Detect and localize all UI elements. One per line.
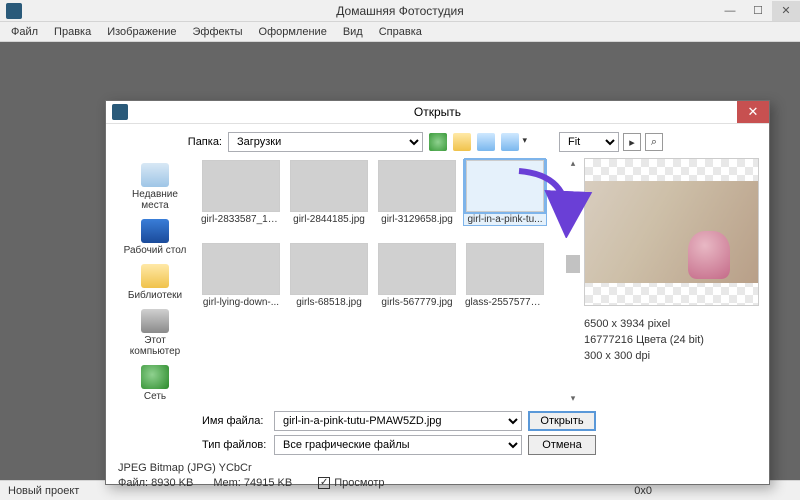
computer-icon bbox=[141, 309, 169, 333]
menu-effects[interactable]: Эффекты bbox=[186, 24, 250, 40]
scroll-down-icon[interactable]: ▾ bbox=[567, 393, 579, 405]
place-network[interactable]: Сеть bbox=[118, 362, 192, 405]
file-item[interactable]: girls-567779.jpg bbox=[376, 243, 458, 308]
preview-dpi: 300 x 300 dpi bbox=[584, 348, 759, 364]
app-title: Домашняя Фотостудия bbox=[336, 4, 463, 18]
file-name: girl-in-a-pink-tu... bbox=[467, 214, 542, 225]
preview-checkbox[interactable]: ✓Просмотр bbox=[318, 476, 384, 490]
info-format: JPEG Bitmap (JPG) YCbCr bbox=[118, 461, 759, 475]
desktop-icon bbox=[141, 219, 169, 243]
filetype-select[interactable]: Все графические файлы bbox=[274, 435, 522, 455]
view-menu-icon[interactable] bbox=[501, 133, 519, 151]
place-this-pc[interactable]: Этот компьютер bbox=[118, 306, 192, 360]
file-thumb bbox=[378, 160, 456, 212]
filename-input[interactable]: girl-in-a-pink-tutu-PMAW5ZD.jpg bbox=[274, 411, 522, 431]
recent-icon bbox=[141, 163, 169, 187]
preview-colors: 16777216 Цвета (24 bit) bbox=[584, 332, 759, 348]
new-folder-icon[interactable] bbox=[477, 133, 495, 151]
open-dialog: Открыть ✕ Папка: Загрузки Fit ▸ ⌕ bbox=[105, 100, 770, 485]
maximize-button[interactable]: ☐ bbox=[744, 1, 772, 21]
preview-dimensions: 6500 x 3934 pixel bbox=[584, 316, 759, 332]
cancel-button[interactable]: Отмена bbox=[528, 435, 596, 455]
file-item[interactable]: girl-3129658.jpg bbox=[376, 160, 458, 225]
info-file-size: Файл: 8930 KB bbox=[118, 476, 193, 490]
network-icon bbox=[141, 365, 169, 389]
file-thumb bbox=[202, 243, 280, 295]
place-recent[interactable]: Недавние места bbox=[118, 160, 192, 214]
main-titlebar: Домашняя Фотостудия — ☐ ✕ bbox=[0, 0, 800, 22]
file-thumb bbox=[290, 243, 368, 295]
menu-help[interactable]: Справка bbox=[372, 24, 429, 40]
file-thumb bbox=[378, 243, 456, 295]
scroll-up-icon[interactable]: ▴ bbox=[567, 158, 579, 170]
dialog-titlebar: Открыть ✕ bbox=[106, 101, 769, 124]
workspace: Открыть ✕ Папка: Загрузки Fit ▸ ⌕ bbox=[0, 42, 800, 480]
dialog-close-button[interactable]: ✕ bbox=[737, 101, 769, 123]
nav-play-button[interactable]: ▸ bbox=[623, 133, 641, 151]
file-name: girls-567779.jpg bbox=[381, 297, 452, 308]
file-name: girl-3129658.jpg bbox=[381, 214, 453, 225]
info-mem: Mem: 74915 KB bbox=[213, 476, 292, 490]
scroll-thumb[interactable] bbox=[566, 255, 580, 273]
file-item[interactable]: girl-2844185.jpg bbox=[288, 160, 370, 225]
menu-decoration[interactable]: Оформление bbox=[252, 24, 334, 40]
file-thumb bbox=[202, 160, 280, 212]
place-libraries[interactable]: Библиотеки bbox=[118, 261, 192, 304]
file-thumb bbox=[466, 243, 544, 295]
menu-image[interactable]: Изображение bbox=[100, 24, 183, 40]
file-item[interactable]: girl-lying-down-... bbox=[200, 243, 282, 308]
file-name: girl-2844185.jpg bbox=[293, 214, 365, 225]
close-button[interactable]: ✕ bbox=[772, 1, 800, 21]
preview-pane: 6500 x 3934 pixel 16777216 Цвета (24 bit… bbox=[584, 158, 759, 405]
file-item[interactable]: girl-2833587_192... bbox=[200, 160, 282, 225]
file-list: girl-2833587_192... girl-2844185.jpg gir… bbox=[198, 158, 580, 405]
minimize-button[interactable]: — bbox=[716, 1, 744, 21]
file-item[interactable]: glass-2557577_1... bbox=[464, 243, 546, 308]
folder-select[interactable]: Загрузки bbox=[228, 132, 423, 152]
file-item-selected[interactable]: girl-in-a-pink-tu... bbox=[464, 160, 546, 225]
zoom-preview-button[interactable]: ⌕ bbox=[645, 133, 663, 151]
open-button[interactable]: Открыть bbox=[528, 411, 596, 431]
filetype-label: Тип файлов: bbox=[202, 439, 268, 451]
filename-label: Имя файла: bbox=[202, 415, 268, 427]
file-name: glass-2557577_1... bbox=[465, 297, 545, 308]
file-thumb bbox=[466, 160, 544, 212]
file-scrollbar[interactable]: ▴ ▾ bbox=[566, 158, 580, 405]
file-name: girls-68518.jpg bbox=[296, 297, 362, 308]
dialog-title: Открыть bbox=[414, 105, 461, 119]
place-desktop[interactable]: Рабочий стол bbox=[118, 216, 192, 259]
menu-view[interactable]: Вид bbox=[336, 24, 370, 40]
preview-image bbox=[584, 158, 759, 306]
menu-file[interactable]: Файл bbox=[4, 24, 45, 40]
file-name: girl-2833587_192... bbox=[201, 214, 281, 225]
dialog-icon bbox=[112, 104, 128, 120]
main-menubar: Файл Правка Изображение Эффекты Оформлен… bbox=[0, 22, 800, 42]
up-one-level-icon[interactable] bbox=[453, 133, 471, 151]
places-bar: Недавние места Рабочий стол Библиотеки Э… bbox=[116, 158, 194, 405]
folder-label: Папка: bbox=[186, 136, 222, 148]
app-icon bbox=[6, 3, 22, 19]
fit-mode-select[interactable]: Fit bbox=[559, 132, 619, 152]
menu-edit[interactable]: Правка bbox=[47, 24, 98, 40]
file-item[interactable]: girls-68518.jpg bbox=[288, 243, 370, 308]
status-project: Новый проект bbox=[8, 485, 79, 497]
back-icon[interactable] bbox=[429, 133, 447, 151]
file-name: girl-lying-down-... bbox=[203, 297, 279, 308]
file-thumb bbox=[290, 160, 368, 212]
libraries-icon bbox=[141, 264, 169, 288]
